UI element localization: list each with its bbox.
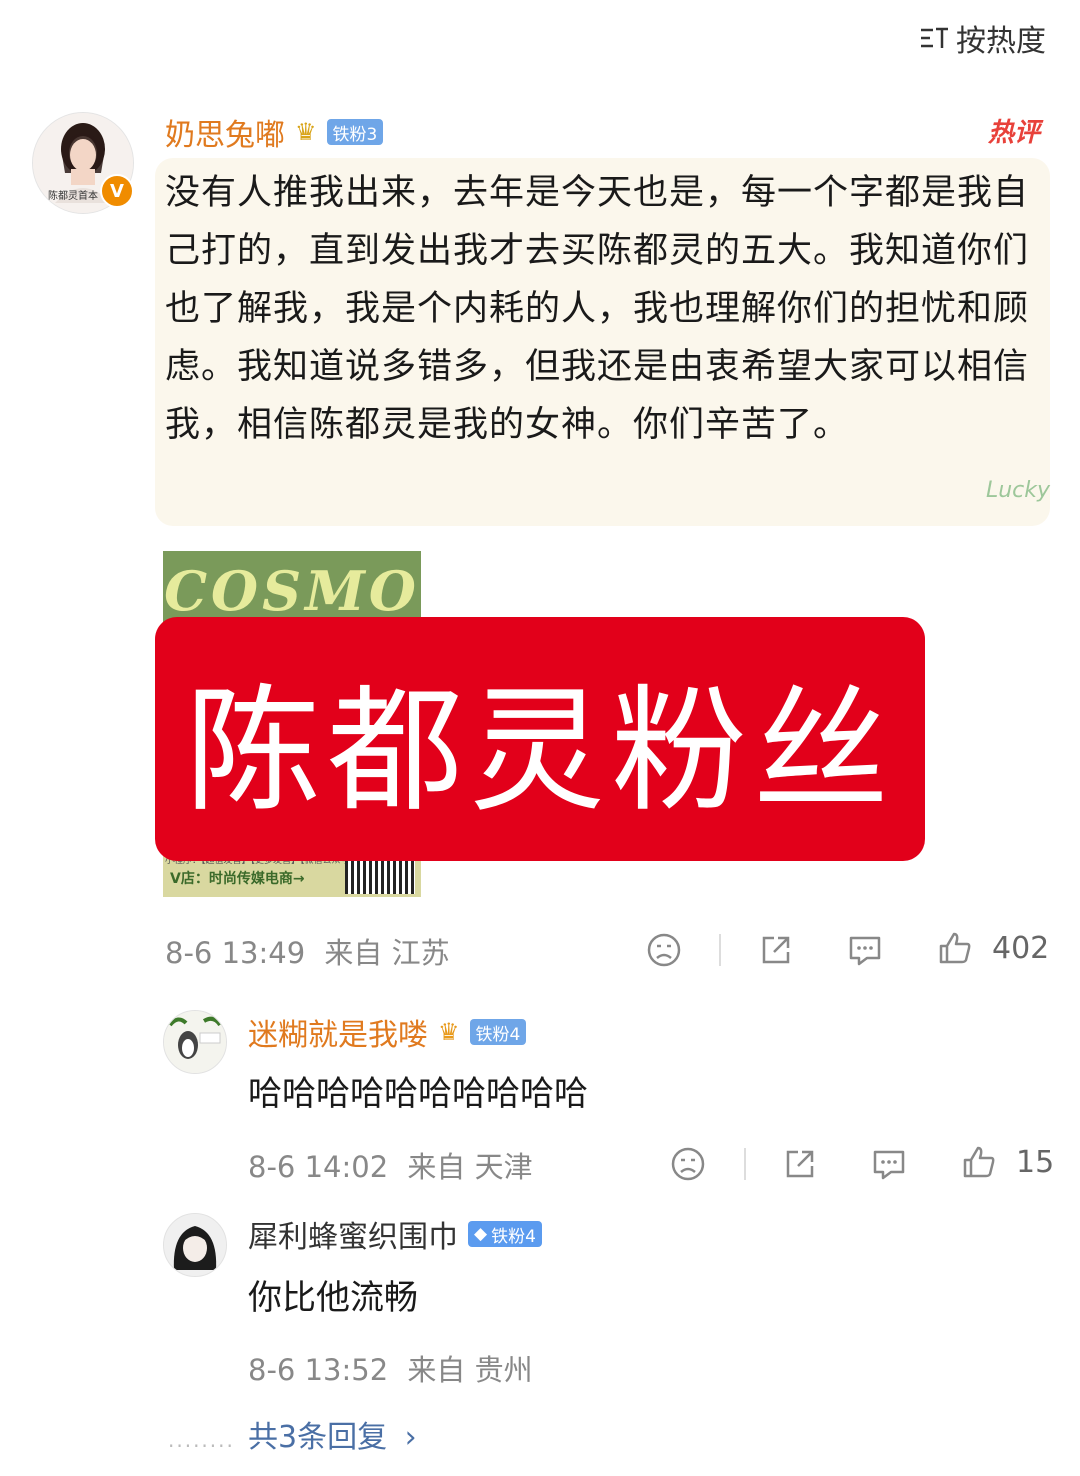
dislike-icon[interactable]	[670, 1146, 706, 1182]
reply-text: 哈哈哈哈哈哈哈哈哈哈	[248, 1074, 588, 1114]
comment-header: 奶思兔嘟 ♛ 铁粉3	[165, 110, 384, 154]
verified-icon: V	[100, 174, 134, 208]
reply-avatar[interactable]	[163, 1010, 227, 1074]
fan-level-badge[interactable]: 铁粉4	[469, 1019, 527, 1045]
lucky-sticker: Lucky	[985, 478, 1050, 503]
sort-icon	[921, 27, 948, 48]
overlay-banner: 陈都灵粉丝	[155, 617, 925, 861]
qr-code-icon	[345, 858, 415, 894]
more-dots: ········	[168, 1434, 235, 1458]
magazine-logo: COSMO	[163, 551, 421, 626]
comment-date: 8-6 13:49	[165, 936, 306, 970]
reply-meta: 8-6 13:52 来自 贵州	[248, 1347, 533, 1389]
share-icon[interactable]	[758, 932, 794, 968]
reply-username[interactable]: 迷糊就是我喽	[248, 1010, 428, 1054]
comment-location: 来自 江苏	[324, 936, 450, 970]
reply-location: 来自 贵州	[407, 1353, 533, 1387]
reply-icon[interactable]	[847, 932, 883, 968]
dislike-icon[interactable]	[646, 932, 682, 968]
more-replies-link[interactable]: 共3条回复 ›	[248, 1412, 417, 1456]
fan-level-label: 铁粉4	[491, 1226, 536, 1247]
diamond-icon: ◆	[474, 1224, 488, 1244]
penguin-avatar-icon	[164, 1011, 226, 1073]
avatar-caption: 陈都灵首本	[48, 191, 98, 202]
divider	[719, 934, 721, 966]
like-count: 15	[1016, 1145, 1055, 1180]
image-shop-text: V店：时尚传媒电商→	[170, 871, 305, 887]
overlay-text: 陈都灵粉丝	[185, 672, 895, 831]
reply-icon[interactable]	[871, 1146, 907, 1182]
reply-header: 迷糊就是我喽 ♛ 铁粉4	[248, 1010, 527, 1054]
sort-by-hot-button[interactable]: 按热度	[918, 16, 1046, 60]
more-replies-label: 共3条回复	[248, 1420, 388, 1455]
username[interactable]: 奶思兔嘟	[165, 110, 285, 154]
comment-meta: 8-6 13:49 来自 江苏	[165, 930, 450, 972]
chevron-right-icon: ›	[404, 1420, 417, 1455]
share-icon[interactable]	[782, 1146, 818, 1182]
sort-label: 按热度	[956, 24, 1046, 59]
like-count: 402	[992, 931, 1050, 966]
divider	[744, 1148, 746, 1180]
reply-location: 来自 天津	[407, 1150, 533, 1184]
reply-username[interactable]: 犀利蜂蜜织围巾	[248, 1212, 458, 1256]
reply-avatar[interactable]	[163, 1213, 227, 1277]
reply-header: 犀利蜂蜜织围巾 ◆ 铁粉4	[248, 1212, 542, 1256]
hot-comment-tag: 热评	[987, 118, 1040, 148]
reply-meta: 8-6 14:02 来自 天津	[248, 1144, 533, 1186]
girl-avatar-icon	[164, 1214, 226, 1276]
like-icon[interactable]	[961, 1144, 997, 1180]
reply-date: 8-6 14:02	[248, 1150, 389, 1184]
fan-level-badge[interactable]: ◆ 铁粉4	[468, 1221, 542, 1247]
reply-date: 8-6 13:52	[248, 1353, 389, 1387]
like-icon[interactable]	[937, 930, 973, 966]
reply-text: 你比他流畅	[248, 1278, 418, 1318]
comment-text: 没有人推我出来，去年是今天也是，每一个字都是我自己打的，直到发出我才去买陈都灵的…	[165, 173, 1030, 445]
crown-icon: ♛	[438, 1018, 460, 1046]
fan-level-badge[interactable]: 铁粉3	[326, 119, 384, 145]
crown-icon: ♛	[295, 118, 317, 146]
